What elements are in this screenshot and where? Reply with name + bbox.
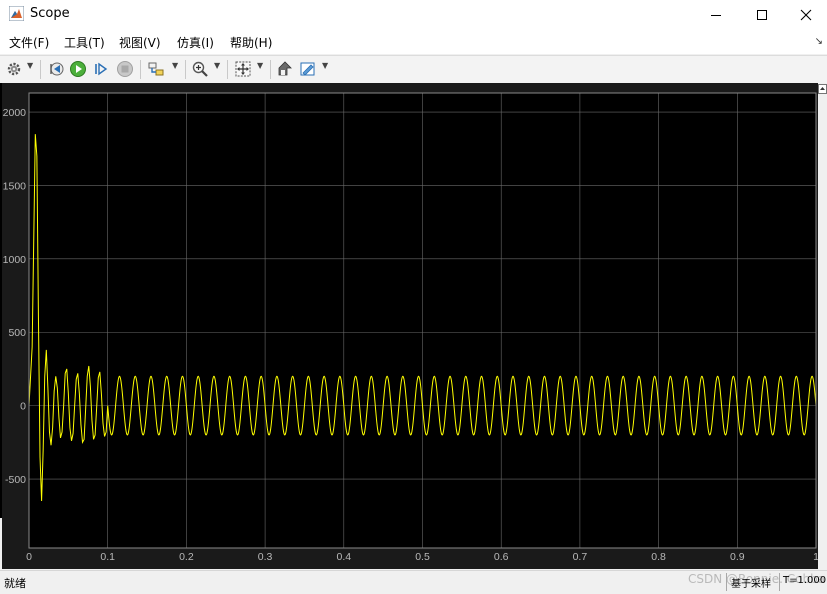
menu-bar: 文件(F) 工具(T) 视图(V) 仿真(I) 帮助(H) ↘ bbox=[0, 30, 827, 54]
status-ready-text: 就绪 bbox=[4, 577, 26, 590]
autoscale-dropdown-icon[interactable]: ▼ bbox=[257, 61, 263, 70]
x-tick-label: 0.9 bbox=[730, 551, 745, 563]
title-bar[interactable]: Scope bbox=[0, 0, 827, 30]
step-back-icon[interactable] bbox=[47, 60, 65, 78]
zoom-in-icon[interactable] bbox=[191, 60, 209, 78]
menu-simulation[interactable]: 仿真(I) bbox=[177, 34, 214, 51]
style-dropdown-icon[interactable]: ▼ bbox=[322, 61, 328, 70]
x-tick-label: 0 bbox=[26, 551, 32, 563]
menu-view[interactable]: 视图(V) bbox=[119, 34, 161, 51]
dock-arrow-icon[interactable]: ↘ bbox=[815, 36, 823, 47]
y-tick-label: 1000 bbox=[3, 254, 27, 266]
x-tick-label: 0.4 bbox=[336, 551, 351, 563]
toolbar-separator bbox=[270, 60, 271, 79]
maximize-icon[interactable] bbox=[739, 0, 785, 30]
menu-file[interactable]: 文件(F) bbox=[9, 34, 49, 51]
highlight-block-icon[interactable] bbox=[276, 60, 294, 78]
menu-tools[interactable]: 工具(T) bbox=[64, 34, 105, 51]
scope-window: Scope 文件(F) 工具(T) 视图(V) 仿真(I) 帮助(H) ↘ ▼ bbox=[0, 0, 827, 594]
x-tick-label: 0.8 bbox=[651, 551, 666, 563]
x-tick-label: 0.1 bbox=[100, 551, 115, 563]
x-tick-label: 0.2 bbox=[179, 551, 194, 563]
y-tick-label: 0 bbox=[20, 401, 26, 413]
toolbar-separator bbox=[185, 60, 186, 79]
undock-icon[interactable] bbox=[818, 84, 827, 94]
status-separator bbox=[779, 573, 780, 591]
x-tick-label: 0.3 bbox=[258, 551, 273, 563]
x-tick-label: 0.5 bbox=[415, 551, 430, 563]
close-icon[interactable] bbox=[783, 0, 827, 30]
status-bar: 就绪 CSDN @Ronnie. Cobba 基于采样 T=1.000 bbox=[0, 570, 827, 594]
signal-select-dropdown-icon[interactable]: ▼ bbox=[172, 61, 178, 70]
sample-mode-text: 基于采样 bbox=[731, 579, 771, 590]
toolbar-separator bbox=[40, 60, 41, 79]
step-forward-icon[interactable] bbox=[93, 60, 111, 78]
y-tick-label: 2000 bbox=[3, 107, 27, 119]
toolbar-separator bbox=[140, 60, 141, 79]
toolbar: ▼ ▼ ▼ ▼ ▼ bbox=[0, 55, 827, 84]
matlab-icon bbox=[9, 6, 24, 21]
window-title: Scope bbox=[30, 6, 70, 21]
minimize-icon[interactable] bbox=[693, 0, 739, 30]
scope-display[interactable]: 0 0.1 0.2 0.3 0.4 0.5 0.6 0.7 0.8 0.9 1 -500 0 500 100… bbox=[2, 83, 818, 569]
scope-plot[interactable]: 0 0.1 0.2 0.3 0.4 0.5 0.6 0.7 0.8 0.9 1-5000500100… bbox=[2, 83, 818, 569]
style-icon[interactable] bbox=[299, 60, 317, 78]
signal-select-icon[interactable] bbox=[147, 60, 167, 78]
autoscale-icon[interactable] bbox=[234, 60, 252, 78]
zoom-dropdown-icon[interactable]: ▼ bbox=[214, 61, 220, 70]
y-tick-label: 500 bbox=[8, 327, 26, 339]
right-edge-strip bbox=[818, 83, 827, 569]
toolbar-separator bbox=[227, 60, 228, 79]
x-tick-label: 0.6 bbox=[494, 551, 509, 563]
run-icon[interactable] bbox=[69, 60, 87, 78]
y-tick-label: -500 bbox=[5, 474, 26, 486]
simulation-time-text: T=1.000 bbox=[783, 575, 827, 586]
menu-help[interactable]: 帮助(H) bbox=[230, 34, 272, 51]
gear-dropdown-icon[interactable]: ▼ bbox=[27, 61, 33, 70]
stop-icon[interactable] bbox=[116, 60, 134, 78]
x-tick-label: 0.7 bbox=[573, 551, 588, 563]
status-separator bbox=[726, 573, 727, 591]
y-tick-label: 1500 bbox=[3, 180, 27, 192]
gear-icon[interactable] bbox=[6, 60, 22, 78]
